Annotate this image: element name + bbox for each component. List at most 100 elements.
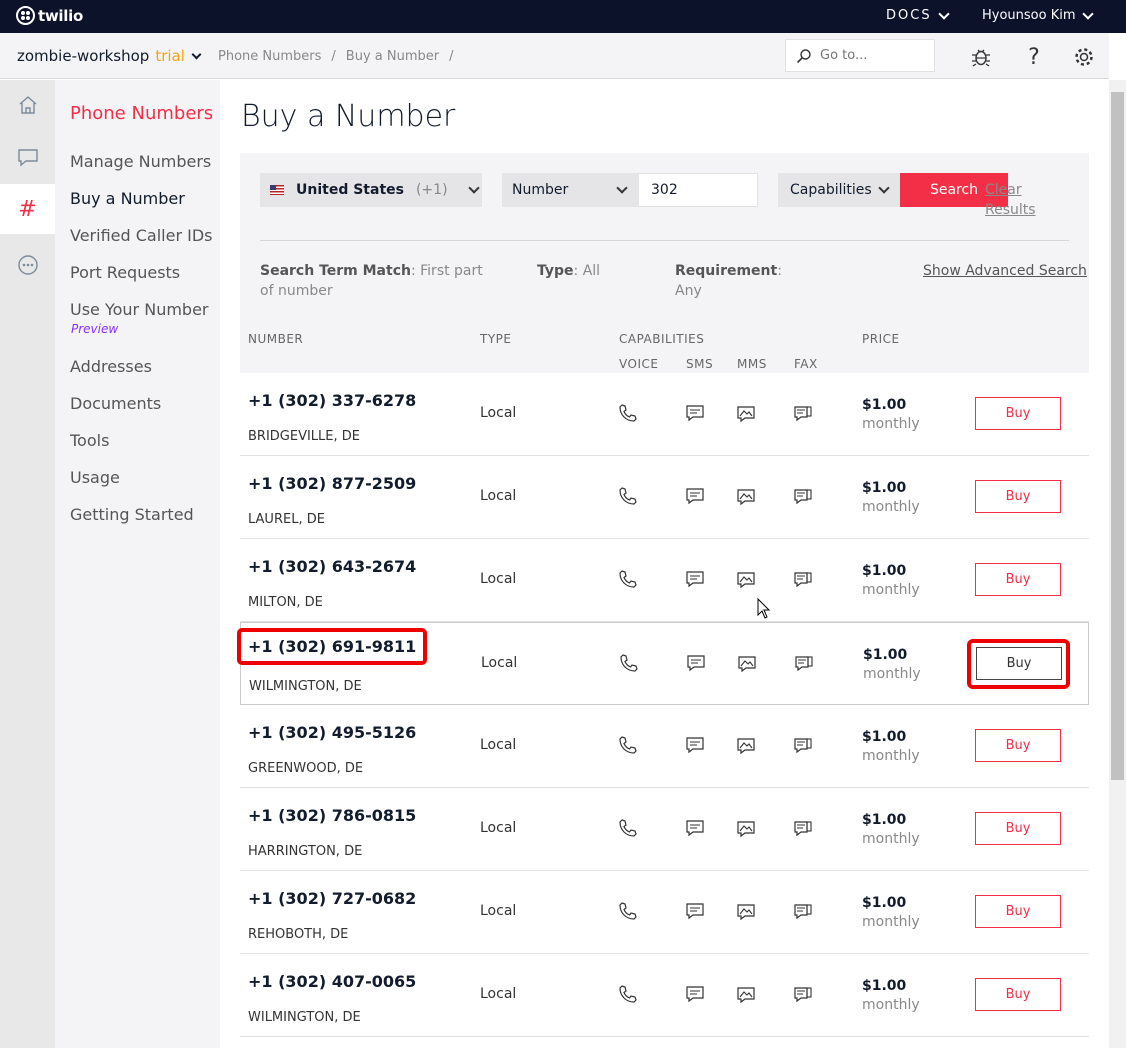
number-type: Local [480, 986, 517, 1002]
fax-icon [793, 735, 813, 755]
chevron-down-icon [1081, 7, 1094, 20]
number-location: HARRINGTON, DE [248, 844, 363, 859]
goto-search[interactable] [785, 39, 935, 72]
voice-icon [618, 818, 638, 838]
number-search-input[interactable]: 302 [638, 173, 758, 207]
us-flag-icon [270, 185, 284, 195]
column-header-voice: VOICE [619, 357, 659, 371]
user-menu[interactable]: Hyounsoo Kim [982, 7, 1094, 23]
buy-button[interactable]: Buy [975, 812, 1061, 845]
show-advanced-search-link[interactable]: Show Advanced Search [923, 263, 1087, 279]
criteria-requirement: Requirement: Any [675, 261, 785, 301]
buy-button[interactable]: Buy [975, 729, 1061, 762]
sidebar: Phone Numbers Manage Numbers Buy a Numbe… [55, 80, 220, 1048]
goto-input[interactable] [820, 48, 920, 63]
phone-number: +1 (302) 337-6278 [248, 391, 417, 410]
breadcrumb-separator: / [331, 49, 336, 64]
help-icon[interactable]: ? [1022, 45, 1046, 70]
price-amount: $1.00 [862, 812, 907, 828]
mms-icon [736, 901, 756, 921]
search-type-select[interactable]: Number [502, 173, 638, 207]
sidebar-item-buy-a-number[interactable]: Buy a Number [70, 189, 185, 208]
voice-icon [619, 653, 639, 673]
chevron-down-icon [616, 182, 628, 194]
sidebar-item-addresses[interactable]: Addresses [70, 357, 152, 376]
clear-results-link[interactable]: Clear Results [985, 180, 1045, 220]
sms-icon [685, 984, 705, 1004]
buy-button[interactable]: Buy [975, 895, 1061, 928]
search-type-value: Number [512, 182, 569, 198]
table-row: +1 (302) 495-5126 GREENWOOD, DE Local $1.00… [240, 705, 1089, 788]
voice-icon [618, 901, 638, 921]
price: $1.00 monthly [862, 811, 920, 849]
trial-badge: trial [155, 47, 185, 65]
chevron-down-icon [191, 49, 202, 59]
country-code: (+1) [415, 182, 448, 198]
sidebar-title[interactable]: Phone Numbers [70, 103, 213, 124]
sidebar-item-port-requests[interactable]: Port Requests [70, 263, 180, 282]
phone-numbers-hash-icon[interactable]: # [0, 184, 55, 234]
price-amount: $1.00 [862, 729, 907, 745]
price-amount: $1.00 [862, 563, 907, 579]
mms-icon [736, 486, 756, 506]
price: $1.00 monthly [863, 646, 921, 684]
table-row: +1 (302) 877-2509 LAUREL, DE Local $1.00 mon… [240, 456, 1089, 539]
fax-icon [793, 486, 813, 506]
price-period: monthly [862, 416, 920, 432]
price-period: monthly [862, 831, 920, 847]
criteria-label: Search Term Match [260, 263, 411, 279]
sidebar-item-verified-caller-ids[interactable]: Verified Caller IDs [70, 226, 212, 245]
sidebar-item-tools[interactable]: Tools [70, 431, 109, 450]
sidebar-item-manage-numbers[interactable]: Manage Numbers [70, 152, 211, 171]
more-icon[interactable] [0, 240, 55, 290]
table-row: +1 (302) 786-0815 HARRINGTON, DE Local $1.0… [240, 788, 1089, 871]
fax-icon [793, 403, 813, 423]
mms-icon [736, 818, 756, 838]
project-switcher[interactable]: zombie-workshop trial [17, 47, 202, 65]
phone-number: +1 (302) 877-2509 [248, 474, 417, 493]
country-select[interactable]: United States (+1) [260, 173, 482, 207]
breadcrumb-phone-numbers[interactable]: Phone Numbers [218, 49, 321, 64]
price: $1.00 monthly [862, 562, 920, 600]
buy-button[interactable]: Buy [975, 397, 1061, 430]
capabilities-select[interactable]: Capabilities [778, 173, 908, 207]
table-row: +1 (302) 643-2674 MILTON, DE Local $1.00 mon… [240, 539, 1089, 622]
mms-icon [737, 653, 757, 673]
number-type: Local [480, 405, 517, 421]
price-period: monthly [862, 582, 920, 598]
breadcrumb-buy-a-number[interactable]: Buy a Number [346, 49, 439, 64]
buy-button[interactable]: Buy [975, 978, 1061, 1011]
gear-icon[interactable] [1072, 45, 1096, 69]
fax-icon [793, 569, 813, 589]
criteria-value: : All [573, 263, 601, 279]
sidebar-item-documents[interactable]: Documents [70, 394, 161, 413]
sms-icon [686, 653, 706, 673]
sms-icon [685, 403, 705, 423]
home-icon[interactable] [0, 80, 55, 130]
scrollbar-thumb[interactable] [1111, 92, 1124, 780]
price: $1.00 monthly [862, 728, 920, 766]
number-location: MILTON, DE [248, 595, 323, 610]
number-location: LAUREL, DE [248, 512, 325, 527]
buy-button[interactable]: Buy [975, 563, 1061, 596]
product-rail: # [0, 80, 55, 1048]
twilio-logo[interactable]: twilio [16, 6, 83, 25]
price: $1.00 monthly [862, 894, 920, 932]
phone-number: +1 (302) 727-0682 [248, 889, 417, 908]
capabilities-label: Capabilities [790, 182, 872, 198]
sidebar-item-getting-started[interactable]: Getting Started [70, 505, 194, 524]
user-name: Hyounsoo Kim [982, 8, 1076, 23]
buy-button[interactable]: Buy [975, 480, 1061, 513]
debugger-bug-icon[interactable] [969, 45, 993, 69]
page-title: Buy a Number [241, 99, 456, 134]
sidebar-item-usage[interactable]: Usage [70, 468, 120, 487]
price-period: monthly [863, 666, 921, 682]
chat-icon[interactable] [0, 132, 55, 182]
buy-button[interactable]: Buy [976, 647, 1062, 680]
number-type: Local [481, 655, 518, 671]
project-name: zombie-workshop [17, 47, 150, 65]
phone-number: +1 (302) 643-2674 [248, 557, 417, 576]
logo-text: twilio [38, 6, 83, 25]
sidebar-item-use-your-number[interactable]: Use Your Number [70, 300, 209, 319]
docs-menu[interactable]: DOCS [886, 7, 950, 23]
